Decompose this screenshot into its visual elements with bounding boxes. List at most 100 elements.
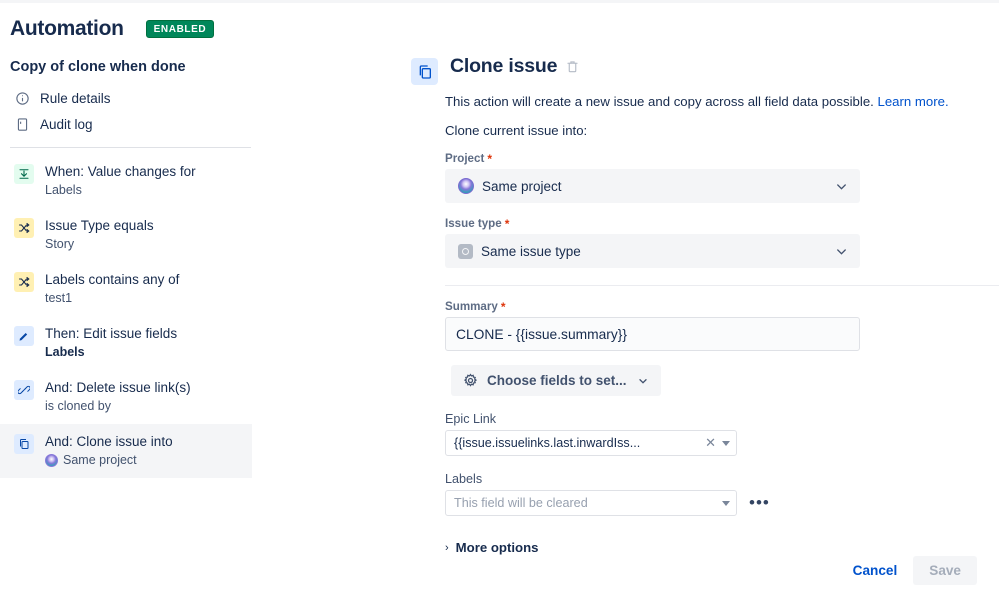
close-icon[interactable]: ✕	[705, 435, 716, 451]
choose-fields-button[interactable]: Choose fields to set...	[451, 365, 661, 396]
required-marker: *	[500, 299, 506, 314]
document-icon	[14, 116, 30, 132]
chevron-down-icon	[637, 375, 649, 387]
required-marker: *	[504, 216, 510, 231]
form-footer: Cancel Save	[853, 556, 977, 585]
rule-step-body: Issue Type equals Story	[45, 217, 154, 253]
action-description-text: This action will create a new issue and …	[445, 94, 874, 109]
save-button[interactable]: Save	[913, 556, 977, 585]
action-description: This action will create a new issue and …	[445, 93, 999, 111]
issue-type-select-value: Same issue type	[481, 243, 581, 259]
rule-sidebar: Automation ENABLED Copy of clone when do…	[0, 3, 400, 608]
issue-type-select[interactable]: Same issue type	[445, 234, 860, 268]
learn-more-link[interactable]: Learn more.	[878, 94, 949, 109]
sidebar-divider	[10, 147, 251, 148]
sidebar-item-label: Rule details	[40, 90, 111, 106]
info-circle-icon	[14, 90, 30, 106]
rule-step-clone-issue-into[interactable]: And: Clone issue into Same project	[0, 424, 252, 478]
rule-step-body: Labels contains any of test1	[45, 271, 179, 307]
rule-step-title: Then: Edit issue fields	[45, 326, 178, 341]
copy-icon	[14, 434, 34, 454]
rule-step-title: Issue Type equals	[45, 218, 154, 233]
sidebar-item-audit-log[interactable]: Audit log	[0, 111, 400, 137]
rule-step-body: Then: Edit issue fields Labels	[45, 325, 177, 361]
chevron-down-icon[interactable]	[722, 440, 730, 446]
project-field-label: Project *	[445, 152, 999, 165]
issue-type-field-label: Issue type *	[445, 217, 999, 230]
sidebar-header: Automation ENABLED	[0, 3, 400, 41]
project-avatar-icon	[458, 178, 474, 194]
rule-steps-list: When: Value changes for Labels Issue Typ…	[0, 154, 400, 478]
project-avatar-icon	[45, 454, 58, 467]
trigger-icon	[14, 164, 34, 184]
summary-label-text: Summary	[445, 300, 498, 313]
ellipsis-icon[interactable]: •••	[749, 494, 770, 511]
rule-step-title: And: Clone issue into	[45, 434, 173, 449]
chevron-right-icon: ›	[445, 541, 449, 554]
broken-link-icon	[14, 380, 34, 400]
sidebar-item-rule-details[interactable]: Rule details	[0, 85, 400, 111]
project-select[interactable]: Same project	[445, 169, 860, 203]
rule-step-delete-issue-links[interactable]: And: Delete issue link(s) is cloned by	[0, 370, 252, 424]
rule-step-subtitle: is cloned by	[45, 399, 112, 413]
rule-step-subtitle: Labels	[45, 345, 85, 359]
form-divider	[445, 285, 999, 286]
project-select-value: Same project	[482, 178, 562, 194]
more-options-label: More options	[455, 540, 539, 555]
summary-input[interactable]: CLONE - {{issue.summary}}	[445, 317, 860, 351]
action-title: Clone issue	[450, 55, 558, 77]
action-config-panel: Clone issue This action will create a ne…	[400, 3, 999, 608]
choose-fields-label: Choose fields to set...	[487, 373, 627, 388]
action-header: Clone issue	[400, 3, 999, 85]
labels-label: Labels	[445, 472, 483, 486]
more-options-toggle[interactable]: › More options	[445, 540, 999, 555]
labels-select[interactable]: This field will be cleared	[445, 490, 737, 516]
clone-into-text: Clone current issue into:	[445, 123, 588, 138]
epic-link-value: {{issue.issuelinks.last.inwardIss...	[454, 436, 641, 450]
sidebar-item-label: Audit log	[40, 116, 93, 132]
condition-icon	[14, 218, 34, 238]
chevron-down-icon	[834, 179, 849, 194]
rule-step-subtitle: Same project	[63, 453, 137, 467]
issue-type-select-value-row: Same issue type	[458, 243, 834, 259]
epic-link-select[interactable]: {{issue.issuelinks.last.inwardIss... ✕	[445, 430, 737, 456]
summary-input-value: CLONE - {{issue.summary}}	[456, 326, 627, 342]
rule-step-body: And: Clone issue into Same project	[45, 433, 173, 469]
chevron-down-icon[interactable]	[722, 500, 730, 506]
summary-field-label: Summary *	[445, 300, 999, 313]
sidebar-nav: Rule details Audit log	[0, 85, 400, 137]
status-badge: ENABLED	[145, 20, 215, 38]
pencil-icon	[14, 326, 34, 346]
action-form: This action will create a new issue and …	[400, 93, 999, 555]
rule-step-subtitle: Story	[45, 237, 75, 251]
condition-icon	[14, 272, 34, 292]
issue-type-label-text: Issue type	[445, 217, 502, 230]
rule-step-subtitle: test1	[45, 291, 73, 305]
action-title-row: Clone issue	[450, 55, 579, 78]
cancel-button[interactable]: Cancel	[853, 563, 898, 578]
labels-placeholder: This field will be cleared	[454, 496, 588, 510]
rule-step-title: Labels contains any of	[45, 272, 180, 287]
rule-step-edit-issue-fields[interactable]: Then: Edit issue fields Labels	[0, 316, 252, 370]
rule-step-labels-contains-any-of[interactable]: Labels contains any of test1	[0, 262, 252, 316]
trash-icon[interactable]	[566, 60, 579, 73]
page-title: Automation	[10, 17, 124, 40]
gear-icon	[463, 373, 478, 388]
project-select-value-row: Same project	[458, 178, 834, 194]
rule-step-when-value-changes-for[interactable]: When: Value changes for Labels	[0, 154, 252, 208]
rule-step-subtitle: Labels	[45, 183, 82, 197]
issue-type-avatar-icon	[458, 243, 473, 259]
rule-step-body: And: Delete issue link(s) is cloned by	[45, 379, 191, 415]
rule-step-issue-type-equals[interactable]: Issue Type equals Story	[0, 208, 252, 262]
rule-step-body: When: Value changes for Labels	[45, 163, 196, 199]
epic-link-label: Epic Link	[445, 412, 497, 426]
chevron-down-icon	[834, 244, 849, 259]
rule-step-subtitle-row: Same project	[45, 452, 173, 469]
project-label-text: Project	[445, 152, 485, 165]
rule-step-title: When: Value changes for	[45, 164, 196, 179]
required-marker: *	[487, 151, 492, 166]
labels-row: This field will be cleared •••	[445, 490, 999, 516]
automation-rule-editor-page: Automation ENABLED Copy of clone when do…	[0, 0, 999, 608]
copy-icon	[411, 58, 438, 85]
rule-name: Copy of clone when done	[10, 59, 186, 75]
